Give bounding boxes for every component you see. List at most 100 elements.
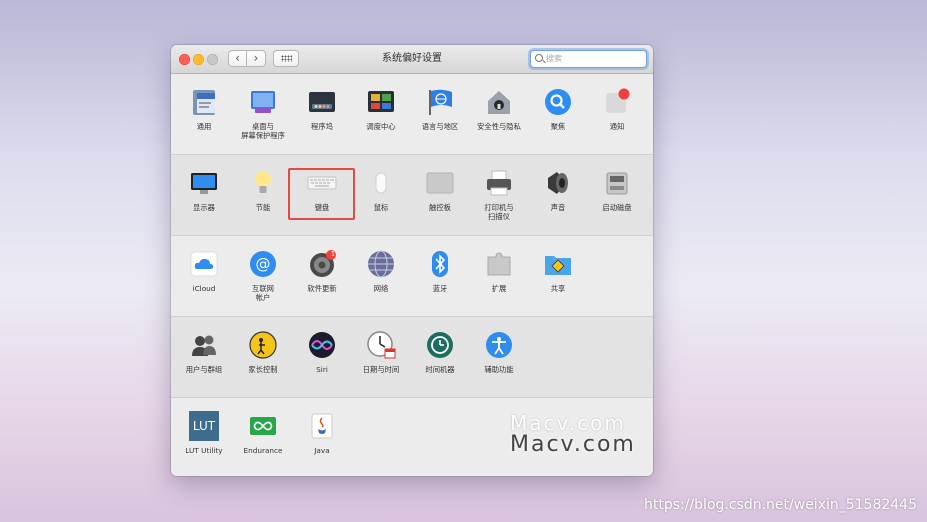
pref-sound[interactable]: 声音 bbox=[529, 155, 587, 225]
pref-label: 家长控制 bbox=[248, 365, 278, 374]
pref-label: LUT Utility bbox=[185, 446, 223, 455]
display-icon bbox=[191, 173, 217, 194]
search-icon bbox=[535, 54, 543, 62]
cloud-icon bbox=[190, 251, 218, 277]
users-icon bbox=[192, 335, 216, 356]
speaker-icon bbox=[548, 172, 568, 194]
pref-label: 蓝牙 bbox=[432, 284, 448, 293]
pref-label: Siri bbox=[316, 365, 328, 374]
pref-label-line2: 帐户 bbox=[255, 293, 271, 302]
bulb-icon bbox=[255, 171, 271, 193]
pref-parental-controls[interactable]: 家长控制 bbox=[234, 317, 292, 387]
pref-label: 节能 bbox=[255, 203, 271, 212]
parental-icon bbox=[249, 331, 277, 359]
desktop-icon bbox=[251, 91, 275, 113]
time-machine-icon bbox=[427, 332, 453, 358]
update-badge: 1 bbox=[330, 250, 336, 258]
pref-label: 显示器 bbox=[193, 203, 215, 212]
pref-label: 辅助功能 bbox=[484, 365, 514, 374]
folder-share-icon bbox=[545, 256, 571, 275]
printer-icon bbox=[487, 170, 511, 196]
dock-icon bbox=[309, 92, 335, 112]
pref-icloud[interactable]: iCloud bbox=[175, 236, 233, 306]
disk-icon bbox=[606, 172, 628, 195]
pref-mouse[interactable]: 鼠标 bbox=[352, 155, 410, 225]
pref-users-groups[interactable]: 用户与群组 bbox=[175, 317, 233, 387]
bluetooth-icon bbox=[432, 251, 448, 277]
notifications-icon bbox=[606, 88, 630, 113]
pref-printers-scanners[interactable]: 打印机与 扫描仪 bbox=[470, 155, 528, 225]
accessibility-icon bbox=[486, 332, 512, 358]
spotlight-icon bbox=[545, 89, 571, 115]
pref-label: 日期与时间 bbox=[362, 365, 400, 374]
pref-label: 鼠标 bbox=[373, 203, 389, 212]
pref-label: 网络 bbox=[373, 284, 389, 293]
pref-sharing[interactable]: 共享 bbox=[529, 236, 587, 306]
search-placeholder: 搜索 bbox=[546, 54, 562, 63]
pref-accessibility[interactable]: 辅助功能 bbox=[470, 317, 528, 387]
pref-internet-accounts[interactable]: @ 互联网 帐户 bbox=[234, 236, 292, 306]
pref-label: 安全性与隐私 bbox=[477, 122, 521, 131]
pref-language-region[interactable]: 语言与地区 bbox=[411, 74, 469, 144]
lut-icon-text: LUT bbox=[192, 419, 216, 433]
pref-label: 共享 bbox=[550, 284, 566, 293]
pref-label: 语言与地区 bbox=[421, 122, 459, 131]
pref-label: 调度中心 bbox=[366, 122, 396, 131]
pref-label: 聚焦 bbox=[550, 122, 566, 131]
pref-extensions[interactable]: 扩展 bbox=[470, 236, 528, 306]
pref-label: 软件更新 bbox=[307, 284, 337, 293]
watermark-line2: Macv.com bbox=[510, 432, 636, 457]
pref-security-privacy[interactable]: 安全性与隐私 bbox=[470, 74, 528, 144]
pref-startup-disk[interactable]: 启动磁盘 bbox=[588, 155, 646, 225]
pref-label: Endurance bbox=[243, 446, 283, 455]
pref-date-time[interactable]: 日期与时间 bbox=[352, 317, 410, 387]
titlebar: ‹ › 系统偏好设置 搜索 bbox=[171, 45, 653, 74]
pref-label: 启动磁盘 bbox=[602, 203, 632, 212]
pref-network[interactable]: 网络 bbox=[352, 236, 410, 306]
pref-dock[interactable]: 程序坞 bbox=[293, 74, 351, 144]
pref-label-line2: 扫描仪 bbox=[488, 212, 510, 221]
pref-lut-utility[interactable]: LUT LUT Utility bbox=[175, 398, 233, 468]
trackpad-icon bbox=[426, 172, 454, 194]
file-icon bbox=[193, 90, 215, 115]
at-icon: @ bbox=[250, 251, 276, 277]
pref-spotlight[interactable]: 聚焦 bbox=[529, 74, 587, 144]
pref-label: 通用 bbox=[196, 122, 212, 131]
pref-general[interactable]: 通用 bbox=[175, 74, 233, 144]
lut-icon: LUT bbox=[189, 411, 219, 441]
pref-java[interactable]: Java bbox=[293, 398, 351, 468]
pref-label: 程序坞 bbox=[311, 122, 333, 131]
clock-icon bbox=[367, 331, 396, 359]
svg-text:@: @ bbox=[256, 255, 271, 273]
keyboard-highlight-box bbox=[288, 168, 355, 220]
pref-siri[interactable]: Siri bbox=[293, 317, 351, 387]
pref-bluetooth[interactable]: 蓝牙 bbox=[411, 236, 469, 306]
java-icon bbox=[311, 413, 333, 439]
search-input[interactable]: 搜索 bbox=[530, 50, 647, 68]
pref-trackpad[interactable]: 触控板 bbox=[411, 155, 469, 225]
endurance-icon bbox=[250, 417, 276, 435]
pref-label: Java bbox=[314, 446, 330, 455]
pref-desktop-screensaver[interactable]: 桌面与 屏幕保护程序 bbox=[234, 74, 292, 144]
globe-icon bbox=[368, 250, 394, 278]
siri-icon bbox=[309, 332, 335, 358]
pref-label: 时间机器 bbox=[425, 365, 455, 374]
pref-label: 触控板 bbox=[429, 203, 451, 212]
pref-notifications[interactable]: 通知 bbox=[588, 74, 646, 144]
pref-mission-control[interactable]: 调度中心 bbox=[352, 74, 410, 144]
mouse-icon bbox=[375, 172, 387, 194]
pref-label-line2: 屏幕保护程序 bbox=[241, 131, 285, 140]
pref-software-update[interactable]: 1 软件更新 bbox=[293, 236, 351, 306]
pref-label: 用户与群组 bbox=[185, 365, 223, 374]
pref-energy-saver[interactable]: 节能 bbox=[234, 155, 292, 225]
pref-label: iCloud bbox=[192, 284, 216, 293]
pref-endurance[interactable]: Endurance bbox=[234, 398, 292, 468]
pref-displays[interactable]: 显示器 bbox=[175, 155, 233, 225]
puzzle-icon bbox=[487, 252, 511, 276]
pref-label: 通知 bbox=[609, 122, 625, 131]
pref-time-machine[interactable]: 时间机器 bbox=[411, 317, 469, 387]
pref-label: 扩展 bbox=[491, 284, 507, 293]
mission-control-icon bbox=[368, 91, 394, 112]
source-url: https://blog.csdn.net/weixin_51582445 bbox=[643, 497, 917, 513]
flag-icon bbox=[429, 89, 452, 115]
